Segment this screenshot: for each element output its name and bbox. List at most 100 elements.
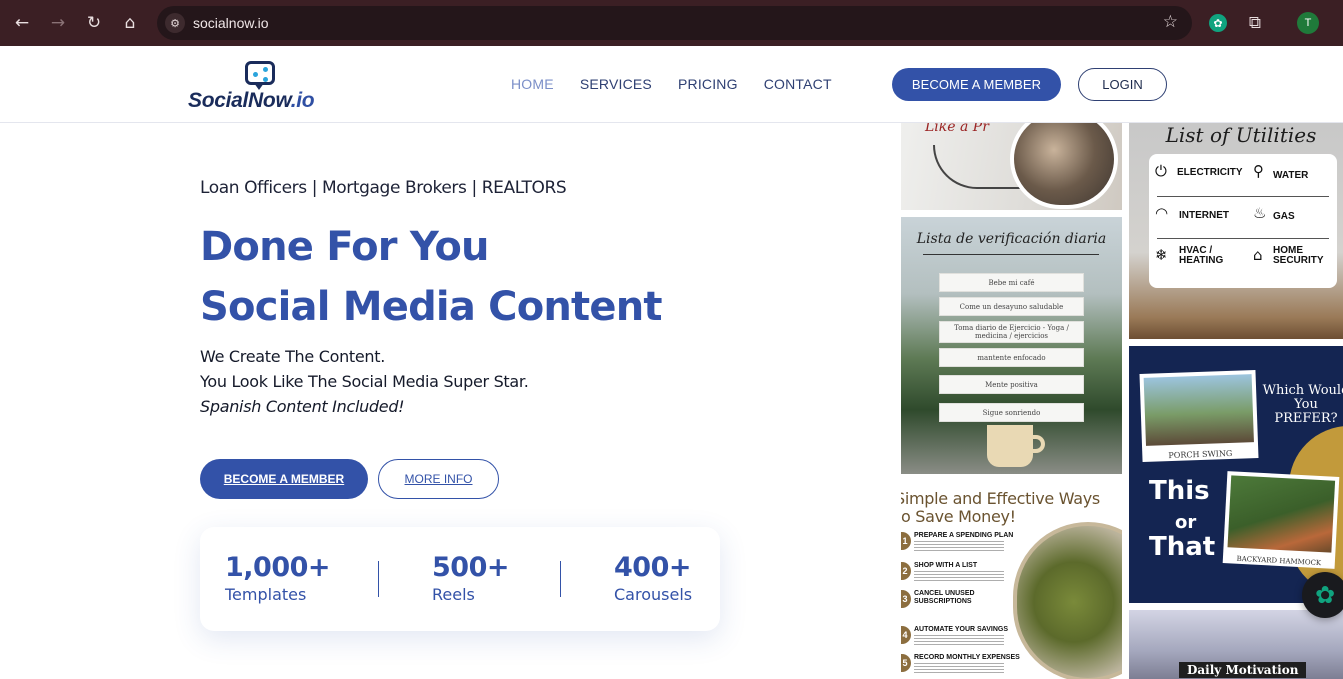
chatgpt-extension-icon[interactable]: ✿ [1209, 14, 1227, 32]
step-number: 3 [901, 590, 911, 608]
utilities-row: ◠ INTERNET ♨ GAS [1155, 204, 1331, 230]
utility-label: ELECTRICITY [1177, 167, 1243, 178]
site-info-icon[interactable]: ⚙ [165, 13, 185, 33]
that-text: That [1149, 532, 1216, 562]
checklist-item: Sigue sonriendo [939, 403, 1084, 422]
step-heading: AUTOMATE YOUR SAVINGS [914, 626, 1008, 633]
stat-divider [560, 561, 561, 597]
tile-title: Simple and Effective Ways to Save Money! [901, 489, 1100, 526]
checklist-item: mantente enfocado [939, 348, 1084, 367]
stat-divider [378, 561, 379, 597]
forward-icon[interactable]: → [44, 9, 72, 37]
site-header: SocialNow.io HOME SERVICES PRICING CONTA… [0, 46, 1343, 123]
headline-line-2: Social Media Content [200, 284, 663, 330]
step-number: 5 [901, 654, 911, 672]
savings-jar-photo [1013, 522, 1122, 679]
checklist-item: Bebe mi café [939, 273, 1084, 292]
main-nav: HOME SERVICES PRICING CONTACT [511, 76, 832, 92]
browser-toolbar: ← → ↻ ⌂ ⚙ socialnow.io ☆ ✿ ⧉ T [0, 0, 1343, 46]
address-bar[interactable]: ⚙ socialnow.io ☆ [157, 6, 1192, 40]
utility-label: INTERNET [1179, 210, 1229, 221]
stat-carousels: 400+ Carousels [614, 551, 692, 605]
reload-icon[interactable]: ↻ [80, 9, 108, 37]
gallery-tile-this-or-that: Which Would You PREFER? PORCH SWING This… [1129, 346, 1343, 603]
tile-label: Daily Motivation [1179, 662, 1307, 678]
divider [1157, 238, 1329, 239]
house-lock-icon: ⌂ [1253, 246, 1263, 264]
photo-caption: PORCH SWING [1168, 448, 1233, 461]
this-text: This [1149, 476, 1210, 506]
utilities-row: ⏻ ELECTRICITY ⚲ WATER [1155, 162, 1331, 188]
checklist-item: Toma diario de Ejercicio - Yoga / medici… [939, 321, 1084, 343]
login-button[interactable]: LOGIN [1078, 68, 1167, 101]
step-heading: PREPARE A SPENDING PLAN [914, 532, 1014, 539]
profile-avatar[interactable]: T [1297, 12, 1319, 34]
photo-image [1227, 475, 1336, 553]
porch-swing-photo: PORCH SWING [1139, 370, 1259, 462]
family-photo [1010, 123, 1118, 209]
wifi-icon: ◠ [1155, 204, 1169, 222]
gallery-tile-utilities: List of Utilities ⏻ ELECTRICITY ⚲ WATER … [1129, 123, 1343, 339]
cup-handle [1031, 435, 1045, 453]
tile-title: List of Utilities [1165, 123, 1317, 147]
stat-templates: 1,000+ Templates [225, 551, 331, 605]
faucet-icon: ⚲ [1253, 162, 1264, 180]
extensions-puzzle-icon[interactable]: ⧉ [1243, 11, 1267, 35]
share-bubble-icon [245, 61, 275, 90]
more-info-button[interactable]: MORE INFO [378, 459, 499, 499]
step-number: 2 [901, 562, 911, 580]
coffee-cup-icon [987, 425, 1033, 467]
subtext-line-2: You Look Like The Social Media Super Sta… [200, 372, 529, 391]
home-icon[interactable]: ⌂ [116, 9, 144, 37]
utility-label: GAS [1273, 211, 1295, 222]
step-fine-print [914, 635, 1004, 645]
step-fine-print [914, 571, 1004, 581]
stat-value: 500+ [432, 552, 509, 583]
stat-value: 1,000+ [225, 552, 331, 583]
stat-value: 400+ [614, 552, 691, 583]
audience-line: Loan Officers | Mortgage Brokers | REALT… [200, 178, 567, 198]
gallery-tile-checklist: Lista de verificación diaria Bebe mi caf… [901, 217, 1122, 474]
subtext-line-1: We Create The Content. [200, 347, 386, 366]
tile-title: Lista de verificación diaria [916, 231, 1107, 247]
gallery-tile-save-money: Simple and Effective Ways to Save Money!… [901, 482, 1122, 679]
step-fine-print [914, 541, 1004, 551]
subtext-line-3: Spanish Content Included! [200, 397, 405, 416]
utility-label: HOME SECURITY [1273, 245, 1324, 266]
stat-label: Carousels [614, 585, 693, 604]
nav-home[interactable]: HOME [511, 76, 554, 92]
nav-pricing[interactable]: PRICING [678, 76, 738, 92]
chat-widget-icon[interactable]: ✿ [1302, 572, 1343, 618]
logo-wordmark: SocialNow.io [188, 89, 315, 112]
plug-icon: ⏻ [1155, 162, 1167, 180]
stat-reels: 500+ Reels [432, 551, 509, 605]
header-become-member-button[interactable]: BECOME A MEMBER [892, 68, 1061, 101]
stat-label: Templates [225, 585, 307, 604]
stat-label: Reels [432, 585, 475, 604]
address-url[interactable]: socialnow.io [193, 15, 269, 31]
socialnow-logo[interactable]: SocialNow.io [188, 60, 338, 112]
hvac-icon: ❄ [1155, 246, 1168, 264]
hammock-photo: BACKYARD HAMMOCK [1222, 471, 1340, 569]
tile-question: Which Would You PREFER? [1262, 383, 1343, 426]
or-text: or [1175, 512, 1197, 533]
hero-section: Loan Officers | Mortgage Brokers | REALT… [0, 123, 900, 679]
utilities-row: ❄ HVAC / HEATING ⌂ HOME SECURITY [1155, 246, 1331, 276]
checklist-item: Mente positiva [939, 375, 1084, 394]
flame-icon: ♨ [1253, 204, 1267, 222]
nav-contact[interactable]: CONTACT [764, 76, 832, 92]
step-number: 4 [901, 626, 911, 644]
utilities-card: ⏻ ELECTRICITY ⚲ WATER ◠ INTERNET ♨ GAS ❄… [1149, 154, 1337, 288]
become-member-button[interactable]: BECOME A MEMBER [200, 459, 368, 499]
stats-card: 1,000+ Templates 500+ Reels 400+ Carouse… [200, 527, 720, 631]
nav-services[interactable]: SERVICES [580, 76, 652, 92]
tile-caption: Like a Pr [925, 123, 989, 135]
step-heading: SHOP WITH A LIST [914, 562, 978, 569]
bookmark-star-icon[interactable]: ☆ [1163, 12, 1178, 32]
utility-label: WATER [1273, 170, 1309, 181]
back-icon[interactable]: ← [8, 9, 36, 37]
gallery-tile-family: Like a Pr [901, 123, 1122, 210]
divider [923, 254, 1099, 255]
checklist-item: Come un desayuno saludable [939, 297, 1084, 316]
step-heading: CANCEL UNUSED SUBSCRIPTIONS [914, 590, 975, 605]
